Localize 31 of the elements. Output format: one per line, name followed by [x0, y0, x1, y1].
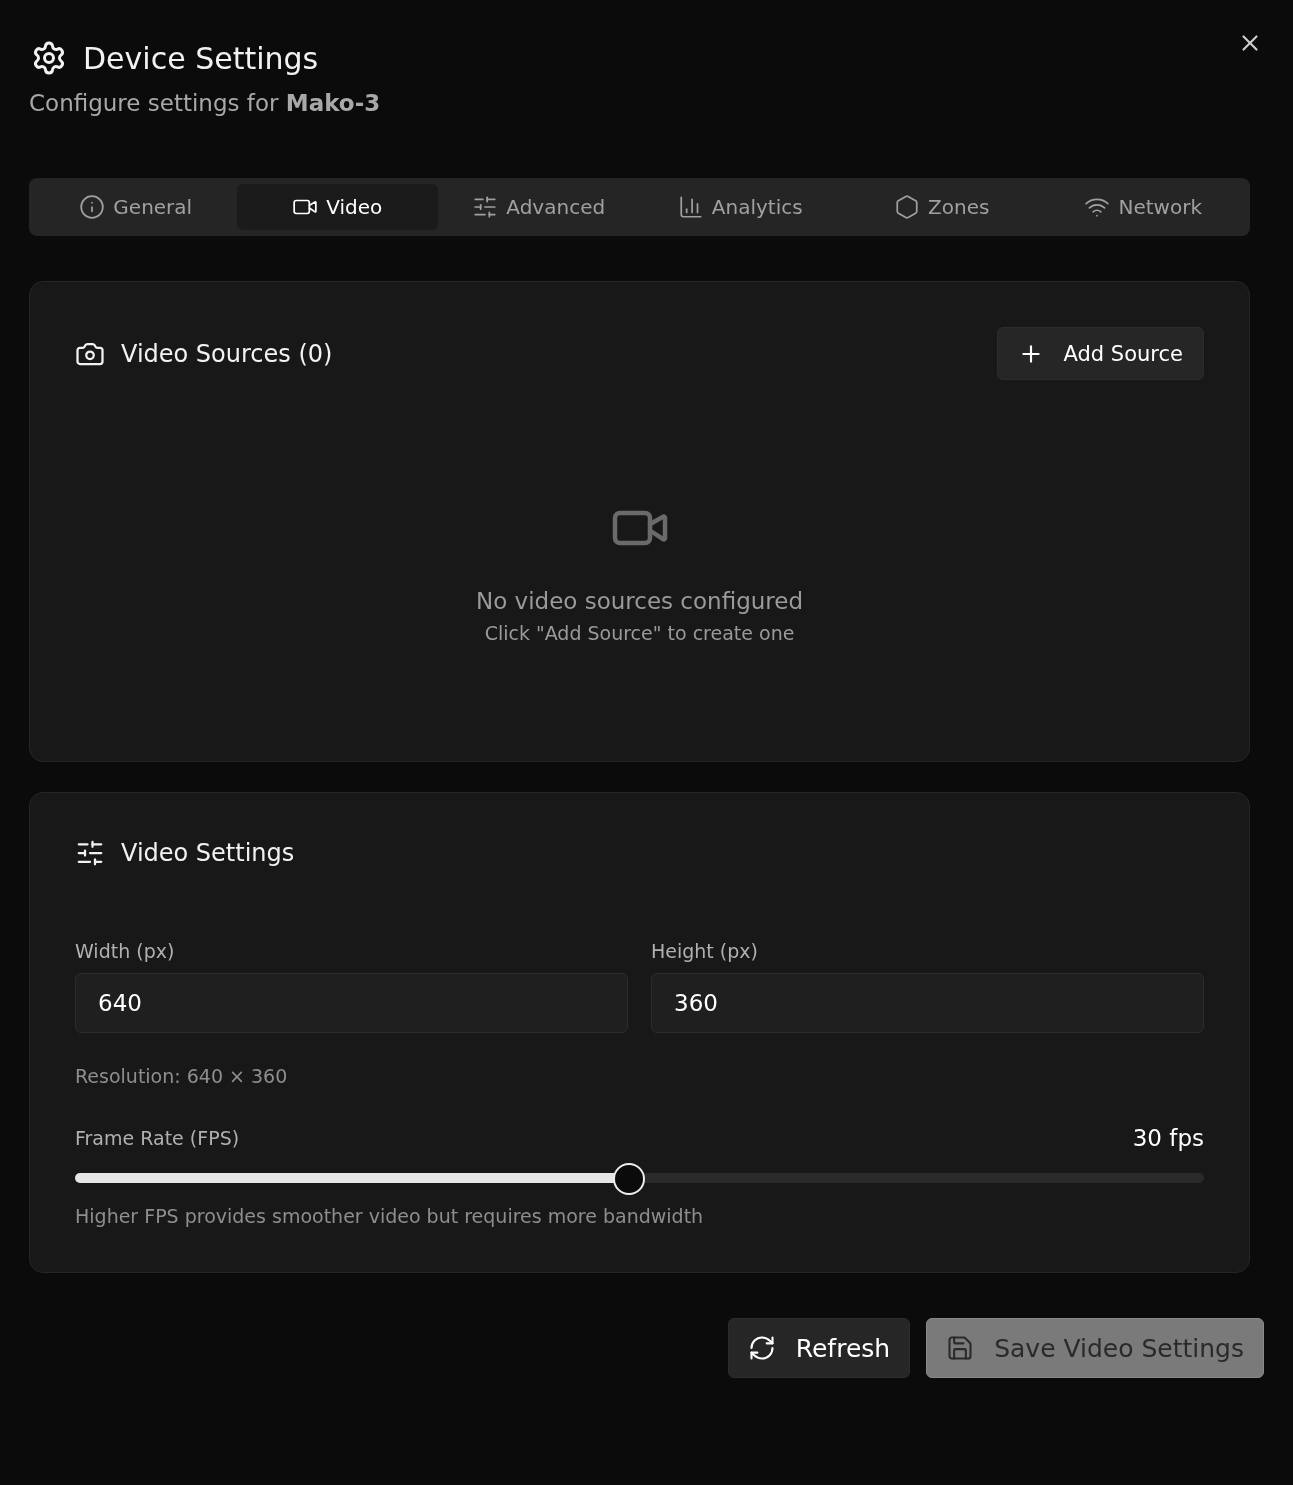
- field-label: Height (px): [651, 940, 759, 962]
- tab[interactable]: Zones: [841, 184, 1043, 230]
- tab[interactable]: Network: [1042, 184, 1244, 230]
- tab[interactable]: Advanced: [438, 184, 640, 230]
- tab[interactable]: Video: [236, 184, 438, 230]
- add-source-button[interactable]: Add Source: [996, 327, 1204, 380]
- hexagon-icon: [894, 194, 921, 220]
- empty-title: No video sources configured: [475, 588, 804, 614]
- sliders-icon: [75, 838, 105, 868]
- refresh-icon: [747, 1334, 776, 1362]
- section-title: Video Sources (0): [121, 339, 333, 368]
- field-label: Width (px): [75, 940, 176, 962]
- gear-icon: [31, 40, 67, 76]
- resolution-text: Resolution: 640 × 360: [75, 1065, 289, 1087]
- dialog-title: Device Settings: [83, 40, 319, 76]
- field-label: Frame Rate (FPS): [75, 1127, 240, 1149]
- sliders-icon: [472, 194, 499, 220]
- fps-reading: 30 fps: [1132, 1125, 1204, 1151]
- tab[interactable]: Analytics: [639, 184, 841, 230]
- save-icon: [946, 1334, 975, 1362]
- section-title: Video Settings: [121, 839, 295, 867]
- empty-hint: Click "Add Source" to create one: [484, 622, 795, 644]
- input-field[interactable]: 360: [651, 973, 1204, 1033]
- dialog-subtitle: Configure settings for Mako-3: [29, 90, 382, 116]
- tab[interactable]: General: [35, 184, 237, 230]
- info-icon: [79, 194, 106, 220]
- bar-chart-icon: [677, 194, 704, 220]
- slider-thumb[interactable]: [613, 1163, 646, 1195]
- slider-hint: Higher FPS provides smoother video but requires more bandwidth: [75, 1205, 705, 1227]
- input-field[interactable]: 640: [75, 973, 628, 1033]
- refresh-button[interactable]: Refresh: [727, 1318, 911, 1378]
